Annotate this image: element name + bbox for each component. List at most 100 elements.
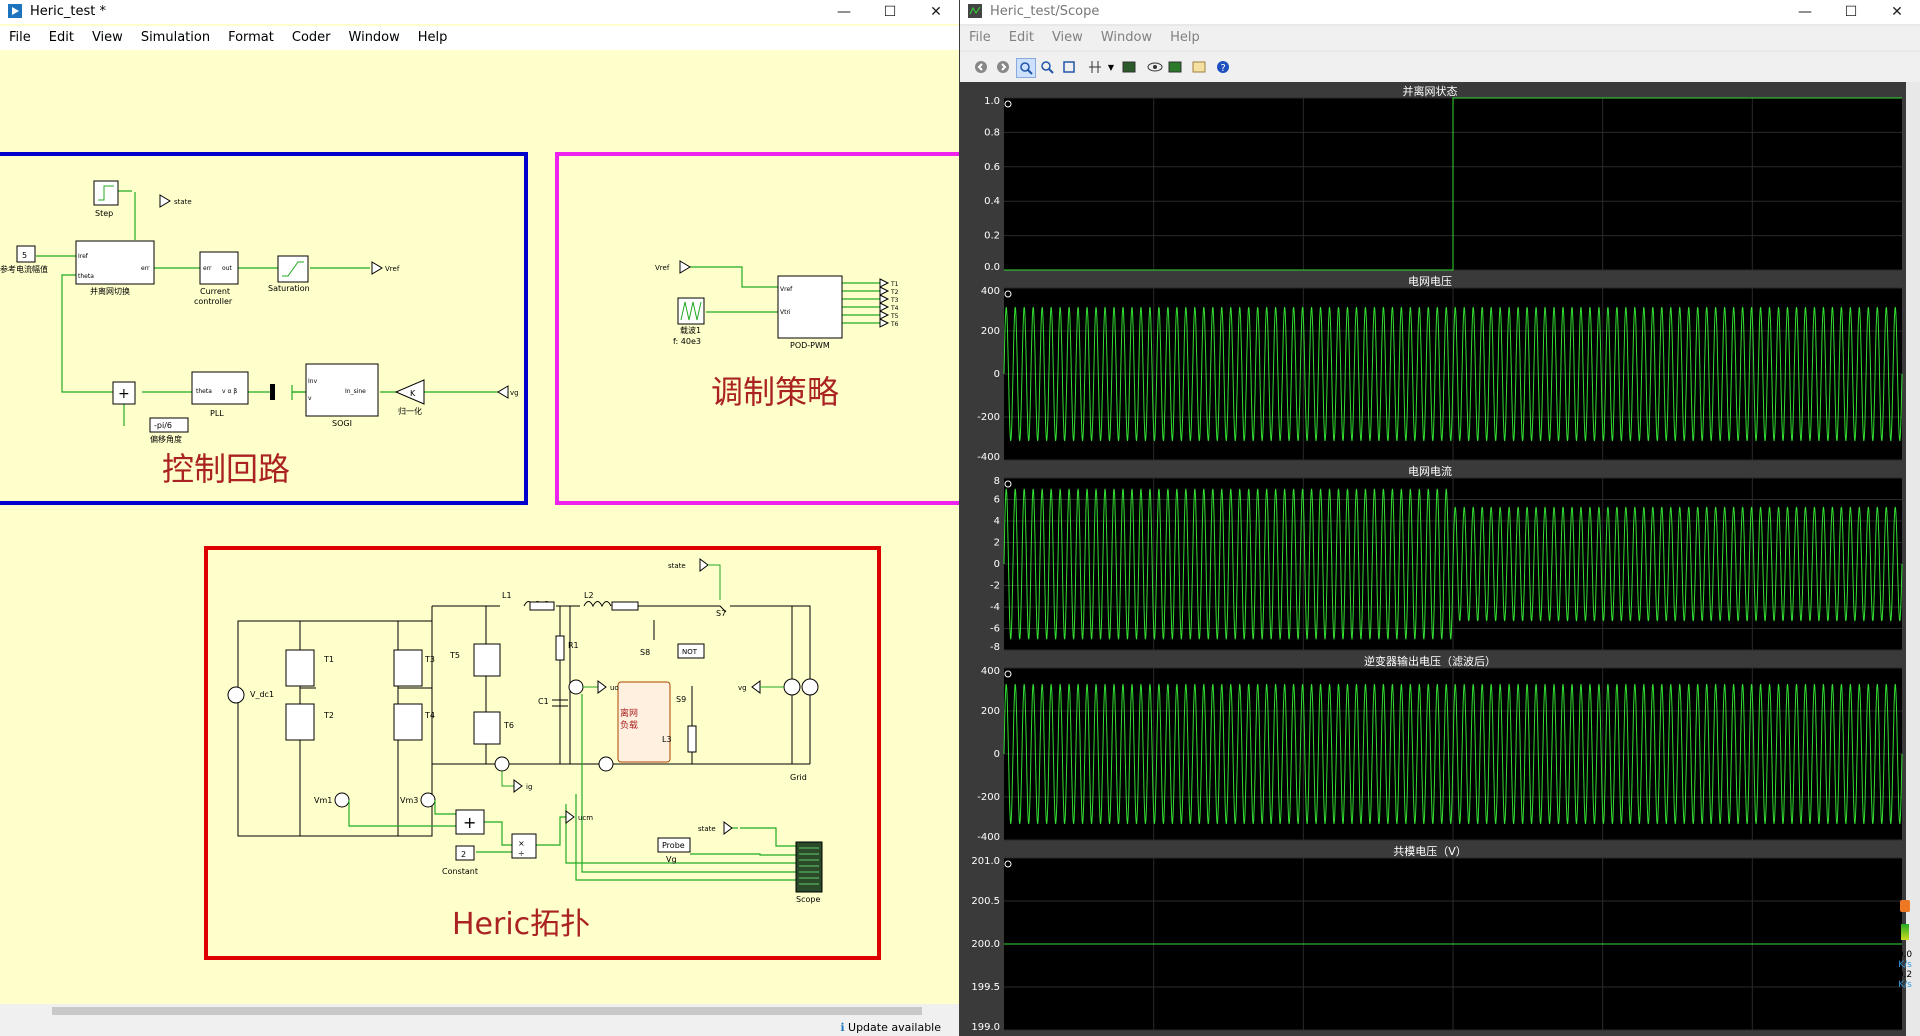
- probe-vg-label: Vg: [666, 855, 677, 864]
- voltmeter-vg[interactable]: [783, 678, 801, 696]
- scope-menu-edit[interactable]: Edit: [1000, 26, 1043, 45]
- y-tick-label: -200: [977, 412, 1000, 423]
- forward-icon[interactable]: [994, 58, 1012, 76]
- back-icon[interactable]: [972, 58, 990, 76]
- controller-label-1: Current: [200, 287, 230, 296]
- load-label-2: 负载: [620, 719, 638, 731]
- y-tick-label: 200.0: [971, 939, 1000, 950]
- scope-app-icon: [968, 4, 982, 18]
- schematic-canvas[interactable]: Step state 5 参考电流幅值 Iref theta err 并离网切换…: [0, 50, 959, 1004]
- pod-vtri-port: Vtri: [780, 309, 791, 316]
- scope-menubar: File Edit View Window Help: [960, 26, 1920, 50]
- zoom-icon[interactable]: [1016, 58, 1036, 78]
- pod-vref-port: Vref: [780, 286, 793, 293]
- svg-text:+: +: [118, 386, 130, 402]
- close-button[interactable]: ✕: [913, 0, 959, 24]
- scope-plots[interactable]: 1.0 0.8 0.6 0.4 0.2 0.0 400 200 0 -200 -400 8 6 4 2 0 -2…: [960, 82, 1920, 1036]
- scope-menu-help[interactable]: Help: [1161, 26, 1209, 45]
- export-icon[interactable]: [1166, 58, 1184, 76]
- voltmeter-vm1[interactable]: [334, 792, 350, 808]
- inductor-l2[interactable]: [583, 601, 612, 608]
- minimize-button[interactable]: —: [821, 0, 867, 24]
- menu-simulation[interactable]: Simulation: [132, 26, 219, 45]
- mod-vref-from: Vref: [655, 264, 670, 272]
- y-tick-label: -400: [977, 452, 1000, 463]
- topology-title: Heric拓扑: [452, 907, 590, 942]
- maximize-button[interactable]: ☐: [867, 0, 913, 24]
- pod-label: POD-PWM: [790, 341, 830, 350]
- plot-title: 共模电压（V）: [1393, 845, 1467, 858]
- switch-t3: T3: [424, 655, 435, 664]
- ammeter-ig[interactable]: [494, 756, 510, 772]
- scope-menu-view[interactable]: View: [1043, 26, 1092, 45]
- scope-state-from: state: [698, 825, 716, 833]
- switch-t1: T1: [323, 655, 334, 664]
- sogi-block[interactable]: [305, 363, 379, 417]
- scroll-thumb[interactable]: [52, 1007, 922, 1015]
- iref-port: Iref: [78, 253, 89, 260]
- scope-label: Scope: [796, 895, 820, 904]
- vm1-label: Vm1: [314, 796, 332, 805]
- resistor-r1[interactable]: [555, 635, 565, 661]
- menu-format[interactable]: Format: [219, 26, 283, 45]
- pwm-out-t1: T1: [890, 281, 899, 288]
- controller-out-port: out: [222, 265, 232, 272]
- y-tick-label: 0: [994, 749, 1000, 760]
- grid-source[interactable]: [801, 678, 819, 696]
- fit-icon[interactable]: [1060, 58, 1078, 76]
- menu-file[interactable]: File: [0, 26, 40, 45]
- menu-coder[interactable]: Coder: [283, 26, 340, 45]
- offset-label: 偏移角度: [150, 434, 182, 444]
- model-window: Heric_test * — ☐ ✕ File Edit View Simulatio…: [0, 0, 959, 1036]
- update-status[interactable]: Update available: [848, 1021, 941, 1034]
- y-tick-label: -6: [990, 624, 1000, 635]
- scope-menu-file[interactable]: File: [960, 26, 1000, 45]
- r1-label: R1: [568, 641, 579, 650]
- menu-edit[interactable]: Edit: [40, 26, 83, 45]
- rate-value-2: 0.2: [1897, 970, 1913, 980]
- menu-view[interactable]: View: [83, 26, 132, 45]
- chevron-down-icon[interactable]: ▼: [1102, 58, 1120, 76]
- scope-vertical-scrollbar[interactable]: [1906, 82, 1920, 1036]
- model-menubar: File Edit View Simulation Format Coder Window H…: [0, 26, 959, 50]
- plot-title: 电网电压: [1408, 275, 1452, 288]
- probe-label: Probe: [662, 841, 685, 850]
- settings-icon[interactable]: [1190, 58, 1208, 76]
- modulation-title: 调制策略: [711, 373, 839, 411]
- l3-label: L3: [662, 735, 672, 744]
- switch-t2: T2: [323, 711, 334, 720]
- scope-close-button[interactable]: ✕: [1874, 0, 1920, 24]
- pll-label: PLL: [210, 409, 224, 418]
- scope-minimize-button[interactable]: —: [1782, 0, 1828, 24]
- menu-window[interactable]: Window: [340, 26, 409, 45]
- sogi-port-b: v: [308, 395, 312, 402]
- vdc-label: V_dc1: [250, 690, 274, 699]
- s7-label: S7: [716, 609, 726, 618]
- controller-label-2: controller: [194, 297, 233, 306]
- switch-t5: T5: [449, 651, 460, 660]
- voltmeter-uo[interactable]: [568, 679, 584, 695]
- menu-help[interactable]: Help: [409, 26, 457, 45]
- scope-view-icon[interactable]: [1120, 58, 1138, 76]
- scope-toolbar: ▼ ?: [960, 52, 1920, 82]
- scope-maximize-button[interactable]: ☐: [1828, 0, 1874, 24]
- voltmeter-vm3[interactable]: [420, 792, 436, 808]
- modulation-frame: [555, 152, 959, 505]
- horizontal-scrollbar[interactable]: [0, 1004, 959, 1018]
- eye-icon[interactable]: [1146, 58, 1164, 76]
- y-tick-label: -400: [977, 832, 1000, 843]
- help-icon[interactable]: ?: [1214, 58, 1232, 76]
- ammeter-load[interactable]: [598, 756, 614, 772]
- zoom-out-icon[interactable]: [1038, 58, 1056, 76]
- rate-unit-2: K/s: [1898, 980, 1912, 990]
- rate-unit-1: K/s: [1898, 960, 1912, 970]
- ref-label: 参考电流幅值: [0, 264, 48, 274]
- info-icon: ℹ: [840, 1021, 849, 1034]
- step-block[interactable]: [93, 180, 119, 206]
- scope-titlebar: Heric_test/Scope — ☐ ✕: [960, 0, 1920, 24]
- scope-menu-window[interactable]: Window: [1092, 26, 1161, 45]
- sogi-label: SOGI: [332, 419, 352, 428]
- constant-label: Constant: [442, 867, 478, 876]
- dc-source[interactable]: [227, 686, 245, 704]
- s8-label: S8: [640, 648, 650, 657]
